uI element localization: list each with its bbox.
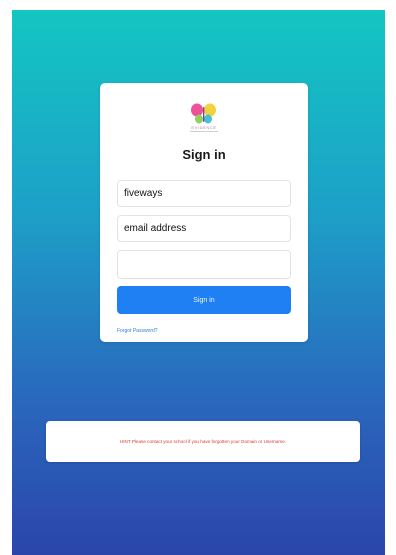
domain-input[interactable] <box>117 180 291 207</box>
email-input[interactable] <box>117 215 291 242</box>
signin-button[interactable]: Sign in <box>117 286 291 314</box>
hint-text: HINT Please contact your school if you h… <box>119 439 287 444</box>
logo-divider <box>190 131 218 132</box>
forgot-password-link[interactable]: Forgot Password? <box>117 328 158 334</box>
logo-text: EVIDENCE <box>191 125 217 130</box>
butterfly-logo-icon: EVIDENCE <box>186 103 222 137</box>
app-background: EVIDENCE Sign in Sign in Forgot Password… <box>12 10 385 555</box>
password-input[interactable] <box>117 250 291 279</box>
hint-banner: HINT Please contact your school if you h… <box>46 421 360 462</box>
signin-card: EVIDENCE Sign in Sign in Forgot Password… <box>100 83 308 342</box>
page-title: Sign in <box>182 147 226 162</box>
